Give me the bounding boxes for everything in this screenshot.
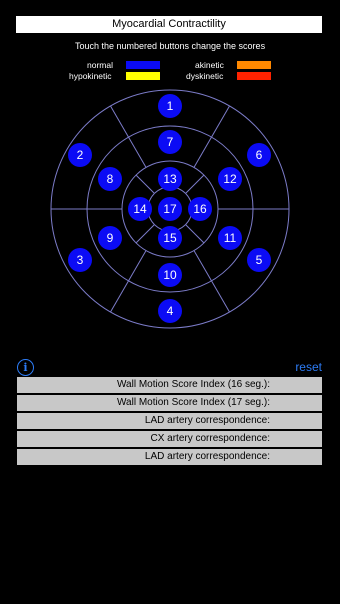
segment-button-6[interactable]: 6 (247, 143, 271, 167)
segment-button-5[interactable]: 5 (247, 248, 271, 272)
segment-button-16[interactable]: 16 (188, 197, 212, 221)
segment-button-12[interactable]: 12 (218, 167, 242, 191)
segment-button-7[interactable]: 7 (158, 130, 182, 154)
reset-button[interactable]: reset (295, 360, 322, 374)
result-row-wmsi-16: Wall Motion Score Index (16 seg.): (17, 377, 322, 393)
info-icon[interactable]: i (17, 359, 34, 376)
segment-button-1[interactable]: 1 (158, 94, 182, 118)
segment-button-10[interactable]: 10 (158, 263, 182, 287)
segment-button-9[interactable]: 9 (98, 226, 122, 250)
segment-button-8[interactable]: 8 (98, 167, 122, 191)
segment-button-4[interactable]: 4 (158, 299, 182, 323)
result-row-lad-2: LAD artery correspondence: (17, 449, 322, 465)
segment-button-3[interactable]: 3 (68, 248, 92, 272)
segment-button-17[interactable]: 17 (158, 197, 182, 221)
result-row-cx: CX artery correspondence: (17, 431, 322, 447)
segment-button-13[interactable]: 13 (158, 167, 182, 191)
segment-button-11[interactable]: 11 (218, 226, 242, 250)
result-row-wmsi-17: Wall Motion Score Index (17 seg.): (17, 395, 322, 411)
segment-button-2[interactable]: 2 (68, 143, 92, 167)
segment-button-15[interactable]: 15 (158, 226, 182, 250)
segment-button-14[interactable]: 14 (128, 197, 152, 221)
result-row-lad-1: LAD artery correspondence: (17, 413, 322, 429)
